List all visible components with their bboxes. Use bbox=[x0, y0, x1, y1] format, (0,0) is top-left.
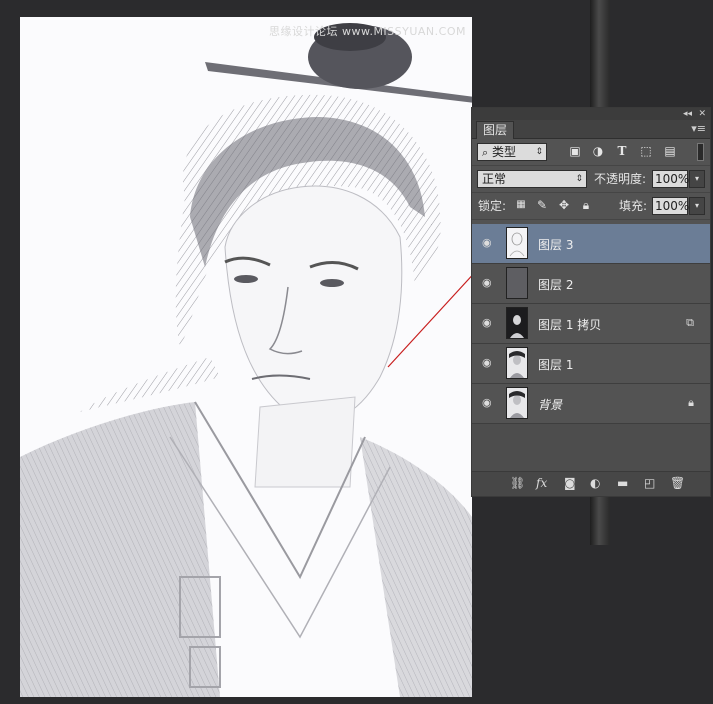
panel-tab-row: 图层 ▾≡ bbox=[472, 120, 710, 139]
watermark-text: 思缘设计论坛 www.MISSYUAN.COM bbox=[268, 25, 466, 38]
layer-row[interactable]: ◉ 图层 2 bbox=[472, 264, 710, 304]
smart-object-icon: ⧉ bbox=[686, 316, 694, 329]
close-icon[interactable]: ✕ bbox=[698, 108, 706, 120]
lock-icon: 🔒︎ bbox=[688, 396, 694, 409]
new-layer-icon[interactable]: ◰ bbox=[644, 476, 655, 490]
spinner-icon: ⇕ bbox=[535, 147, 543, 157]
thumbnail-portrait bbox=[510, 315, 524, 338]
layer-name: 图层 1 bbox=[538, 358, 574, 372]
layers-bottom-toolbar: ⛓ fx ◙ ◐ ▬ ◰ 🗑︎ bbox=[472, 471, 710, 496]
opacity-dropdown-button[interactable]: ▾ bbox=[689, 170, 705, 188]
lock-label: 锁定: bbox=[478, 199, 507, 213]
image-filter-icon[interactable]: ▣ bbox=[568, 144, 582, 158]
filter-type-label: 类型 bbox=[492, 145, 517, 159]
layer-name: 图层 2 bbox=[538, 278, 574, 292]
layer-thumbnail bbox=[506, 267, 528, 299]
layer-row[interactable]: ◉ 图层 3 bbox=[472, 224, 710, 264]
lock-transparent-pixels-icon[interactable]: ▦ bbox=[514, 198, 528, 212]
layer-thumbnail bbox=[506, 227, 528, 259]
filter-row: ⌕ 类型 ⇕ ▣ ◑ T ⬚ ▤ bbox=[472, 139, 710, 166]
type-filter-icon[interactable]: T bbox=[615, 144, 629, 158]
search-icon: ⌕ bbox=[482, 146, 489, 159]
layer-name: 图层 3 bbox=[538, 238, 574, 252]
adjustment-icon[interactable]: ◐ bbox=[590, 476, 600, 490]
fill-label: 填充: bbox=[619, 199, 648, 213]
layer-thumbnail bbox=[506, 387, 528, 419]
blend-row: 正常 ⇕ 不透明度: 100% ▾ bbox=[472, 166, 710, 193]
layers-list: ◉ 图层 3 ◉ 图层 2 ◉ 图层 1 拷贝 ⧉ ◉ 图层 1 ◉ 背景 🔒︎ bbox=[472, 224, 710, 471]
link-icon[interactable]: ⛓ bbox=[510, 476, 525, 490]
filter-toggle-switch[interactable] bbox=[697, 143, 704, 161]
collapse-icon[interactable]: ◂◂ bbox=[683, 108, 692, 120]
layer-row[interactable]: ◉ 背景 🔒︎ bbox=[472, 384, 710, 424]
layer-name: 图层 1 拷贝 bbox=[538, 318, 602, 332]
document-canvas[interactable]: 思缘设计论坛 www.MISSYUAN.COM bbox=[20, 17, 472, 697]
fill-input[interactable]: 100% bbox=[652, 197, 689, 215]
spinner-icon: ⇕ bbox=[575, 174, 583, 184]
visibility-eye-icon[interactable]: ◉ bbox=[482, 317, 496, 329]
visibility-eye-icon[interactable]: ◉ bbox=[482, 397, 496, 409]
visibility-eye-icon[interactable]: ◉ bbox=[482, 237, 496, 249]
thumbnail-sketch bbox=[509, 232, 525, 257]
layer-name: 背景 bbox=[538, 398, 563, 412]
layer-thumbnail bbox=[506, 347, 528, 379]
fx-icon[interactable]: fx bbox=[536, 476, 547, 490]
mask-icon[interactable]: ◙ bbox=[564, 476, 576, 490]
group-folder-icon[interactable]: ▬ bbox=[617, 476, 628, 490]
filter-type-select[interactable]: ⌕ 类型 ⇕ bbox=[477, 143, 547, 161]
lock-image-pixels-brush-icon[interactable]: ✎ bbox=[535, 198, 549, 212]
panel-titlebar: ◂◂ ✕ bbox=[472, 108, 710, 120]
panel-menu-icon[interactable]: ▾≡ bbox=[691, 120, 706, 138]
visibility-eye-icon[interactable]: ◉ bbox=[482, 277, 496, 289]
blend-mode-value: 正常 bbox=[482, 172, 507, 186]
layer-row[interactable]: ◉ 图层 1 拷贝 ⧉ bbox=[472, 304, 710, 344]
layer-row[interactable]: ◉ 图层 1 bbox=[472, 344, 710, 384]
opacity-input[interactable]: 100% bbox=[652, 170, 689, 188]
lock-position-move-icon[interactable]: ✥ bbox=[557, 198, 571, 212]
blend-mode-select[interactable]: 正常 ⇕ bbox=[477, 170, 587, 188]
layer-thumbnail bbox=[506, 307, 528, 339]
fill-dropdown-button[interactable]: ▾ bbox=[689, 197, 705, 215]
visibility-eye-icon[interactable]: ◉ bbox=[482, 357, 496, 369]
tab-layers[interactable]: 图层 bbox=[476, 121, 515, 139]
smart-object-filter-icon[interactable]: ▤ bbox=[663, 144, 677, 158]
thumbnail-portrait bbox=[509, 391, 525, 418]
trash-icon[interactable]: 🗑︎ bbox=[670, 476, 685, 490]
sketch-artwork bbox=[20, 23, 472, 697]
adjustment-filter-icon[interactable]: ◑ bbox=[591, 144, 605, 158]
shape-filter-icon[interactable]: ⬚ bbox=[639, 144, 653, 158]
lock-all-icon[interactable]: 🔒︎ bbox=[579, 198, 593, 212]
thumbnail-portrait bbox=[507, 348, 527, 378]
lock-row: 锁定: ▦ ✎ ✥ 🔒︎ 填充: 100% ▾ bbox=[472, 193, 710, 220]
opacity-label: 不透明度: bbox=[594, 172, 647, 186]
layers-panel: ◂◂ ✕ 图层 ▾≡ ⌕ 类型 ⇕ ▣ ◑ T ⬚ ▤ 正常 ⇕ 不透明度: 1… bbox=[471, 107, 711, 497]
